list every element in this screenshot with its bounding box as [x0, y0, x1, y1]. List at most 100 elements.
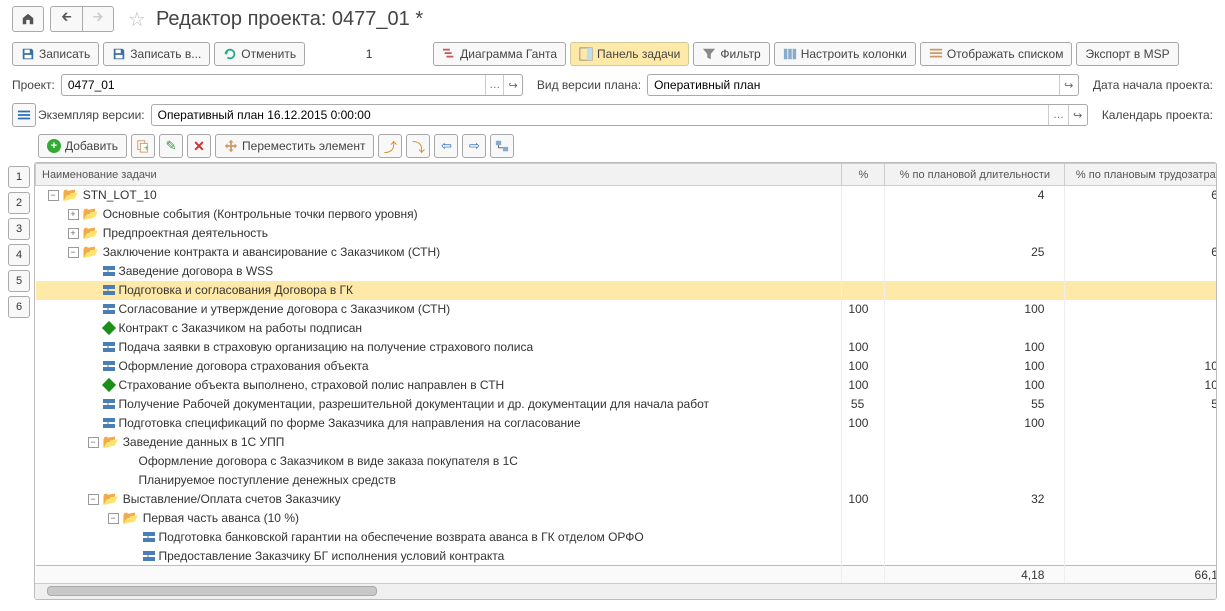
side-tab-6[interactable]: 6	[8, 296, 30, 318]
collapse-icon[interactable]: −	[108, 513, 119, 524]
task-name: Подготовка банковской гарантии на обеспе…	[159, 530, 644, 544]
task-name: Первая часть аванса (10 %)	[143, 511, 299, 525]
expand-icon[interactable]: +	[68, 228, 79, 239]
col-name-header[interactable]: Наименование задачи	[36, 164, 842, 186]
project-input[interactable]	[62, 78, 485, 92]
edit-button[interactable]: ✎	[159, 134, 183, 158]
filter-label: Фильтр	[720, 47, 760, 61]
cell-pct-work	[1065, 433, 1216, 452]
col-pct-header[interactable]: %	[842, 164, 885, 186]
table-row[interactable]: −📂Заключение контракта и авансирование с…	[36, 243, 1217, 262]
table-row[interactable]: Контракт с Заказчиком на работы подписан	[36, 319, 1217, 338]
task-name: Планируемое поступление денежных средств	[139, 473, 396, 487]
project-label: Проект:	[12, 78, 55, 92]
cell-pct-work: 100	[1065, 376, 1216, 395]
save-as-button[interactable]: Записать в...	[103, 42, 210, 66]
up-out-icon: ⤴	[384, 137, 397, 156]
version-open[interactable]: ↪	[1068, 105, 1087, 125]
filter-button[interactable]: Фильтр	[693, 42, 769, 66]
cell-pct-dur	[885, 471, 1065, 490]
footer-row: 4,18 66,17	[36, 566, 1217, 584]
side-tab-1[interactable]: 1	[8, 166, 30, 188]
gantt-button[interactable]: Диаграмма Ганта	[433, 42, 566, 66]
move-left-button[interactable]: ⇦	[434, 134, 458, 158]
columns-button[interactable]: Настроить колонки	[774, 42, 916, 66]
side-tab-5[interactable]: 5	[8, 270, 30, 292]
table-row[interactable]: Страхование объекта выполнено, страховой…	[36, 376, 1217, 395]
cell-pct-work: 66	[1065, 243, 1216, 262]
outdent-up-button[interactable]: ⤴	[378, 134, 402, 158]
task-name: Подготовка и согласования Договора в ГК	[119, 283, 354, 297]
move-right-button[interactable]: ⇨	[462, 134, 486, 158]
cell-pct-dur	[885, 205, 1065, 224]
collapse-icon[interactable]: −	[88, 494, 99, 505]
table-row[interactable]: Подготовка банковской гарантии на обеспе…	[36, 528, 1217, 547]
table-row[interactable]: Планируемое поступление денежных средств	[36, 471, 1217, 490]
task-name: Оформление договора страхования объекта	[119, 359, 369, 373]
side-tab-2[interactable]: 2	[8, 192, 30, 214]
indent-down-button[interactable]: ⤵	[406, 134, 430, 158]
delete-button[interactable]: ✕	[187, 134, 211, 158]
list-view-button[interactable]: Отображать списком	[920, 42, 1073, 66]
table-row[interactable]: −📂Первая часть аванса (10 %)	[36, 509, 1217, 528]
col-pct-work-header[interactable]: % по плановым трудозатратам	[1065, 164, 1216, 186]
cell-pct-work	[1065, 224, 1216, 243]
table-row[interactable]: Предоставление Заказчику БГ исполнения у…	[36, 547, 1217, 566]
cell-pct-dur: 100	[885, 300, 1065, 319]
table-row[interactable]: Подача заявки в страховую организацию на…	[36, 338, 1217, 357]
cell-pct-dur: 100	[885, 414, 1065, 433]
side-panel-toggle[interactable]	[12, 103, 36, 127]
table-row[interactable]: Подготовка и согласования Договора в ГК	[36, 281, 1217, 300]
side-tab-4[interactable]: 4	[8, 244, 30, 266]
task-panel-button[interactable]: Панель задачи	[570, 42, 689, 66]
table-row[interactable]: Согласование и утверждение договора с За…	[36, 300, 1217, 319]
save-button[interactable]: Записать	[12, 42, 99, 66]
version-ellipsis[interactable]: …	[1048, 105, 1067, 125]
table-row[interactable]: −📂 Заведение данных в 1С УПП	[36, 433, 1217, 452]
version-input[interactable]	[152, 108, 1049, 122]
side-tab-3[interactable]: 3	[8, 218, 30, 240]
table-row[interactable]: +📂Предпроектная деятельность	[36, 224, 1217, 243]
collapse-icon[interactable]: −	[88, 437, 99, 448]
table-row[interactable]: Оформление договора с Заказчиком в виде …	[36, 452, 1217, 471]
cell-pct	[842, 281, 885, 300]
folder-icon: 📂	[103, 434, 119, 450]
add-button[interactable]: + Добавить	[38, 134, 127, 158]
collapse-icon[interactable]: −	[68, 247, 79, 258]
task-name: Заведение данных в 1С УПП	[123, 435, 285, 449]
collapse-icon[interactable]: −	[48, 190, 59, 201]
forward-button[interactable]: 🡲	[82, 6, 114, 32]
list-view-label: Отображать списком	[947, 47, 1064, 61]
table-row[interactable]: −📂STN_LOT_10466	[36, 186, 1217, 205]
cell-pct-work	[1065, 414, 1216, 433]
cancel-button[interactable]: Отменить	[214, 42, 305, 66]
plan-ver-open[interactable]: ↪	[1059, 75, 1078, 95]
table-row[interactable]: −📂Выставление/Оплата счетов Заказчику100…	[36, 490, 1217, 509]
footer-p2: 66,17	[1065, 566, 1216, 584]
project-ellipsis[interactable]: …	[485, 75, 503, 95]
milestone-icon	[101, 321, 115, 335]
project-open[interactable]: ↪	[503, 75, 521, 95]
task-name: Контракт с Заказчиком на работы подписан	[119, 321, 363, 335]
cell-pct-work	[1065, 338, 1216, 357]
favorite-icon[interactable]: ☆	[128, 7, 146, 32]
table-row[interactable]: +📂Основные события (Контрольные точки пе…	[36, 205, 1217, 224]
col-pct-dur-header[interactable]: % по плановой длительности	[885, 164, 1065, 186]
home-button[interactable]	[12, 6, 44, 32]
page-title: Редактор проекта: 0477_01 *	[156, 8, 423, 31]
table-row[interactable]: Заведение договора в WSS	[36, 262, 1217, 281]
x-icon: ✕	[193, 138, 205, 155]
link-button[interactable]	[490, 134, 514, 158]
table-row[interactable]: Получение Рабочей документации, разрешит…	[36, 395, 1217, 414]
table-row[interactable]: Оформление договора страхования объекта1…	[36, 357, 1217, 376]
export-button[interactable]: Экспорт в MSP	[1076, 42, 1178, 66]
move-button[interactable]: Переместить элемент	[215, 134, 374, 158]
table-row[interactable]: Подготовка спецификаций по форме Заказчи…	[36, 414, 1217, 433]
horizontal-scrollbar[interactable]	[35, 583, 1216, 599]
expand-icon[interactable]: +	[68, 209, 79, 220]
back-button[interactable]: 🡰	[50, 6, 82, 32]
copy-button[interactable]: +	[131, 134, 155, 158]
down-in-icon: ⤵	[412, 137, 425, 156]
cell-pct: 55	[842, 395, 885, 414]
plan-ver-input[interactable]	[648, 78, 1059, 92]
